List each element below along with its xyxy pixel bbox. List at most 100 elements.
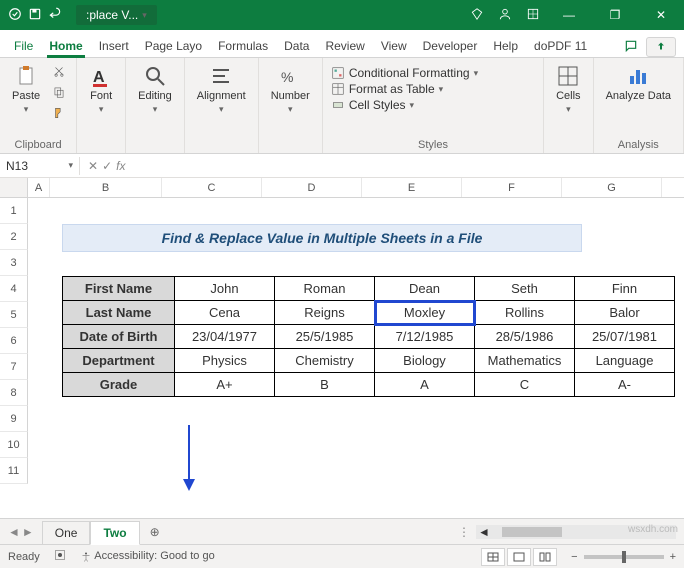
- menu-formulas[interactable]: Formulas: [210, 33, 276, 57]
- menu-dopdf[interactable]: doPDF 11: [526, 33, 595, 57]
- scrollbar-thumb[interactable]: [502, 527, 562, 537]
- menu-file[interactable]: File: [6, 33, 41, 57]
- confirm-fx-icon[interactable]: ✓: [102, 159, 112, 173]
- cell[interactable]: Physics: [175, 349, 275, 373]
- cell[interactable]: Roman: [275, 277, 375, 301]
- cell[interactable]: Balor: [575, 301, 675, 325]
- row-label[interactable]: Grade: [63, 373, 175, 397]
- zoom-control[interactable]: − +: [571, 551, 676, 563]
- cell-styles-button[interactable]: Cell Styles▾: [331, 98, 535, 112]
- cell[interactable]: 28/5/1986: [475, 325, 575, 349]
- app-icon[interactable]: [526, 7, 540, 24]
- paste-button[interactable]: Paste▾: [8, 62, 44, 117]
- tab-nav-prev-icon[interactable]: ◄: [8, 525, 20, 539]
- menu-developer[interactable]: Developer: [415, 33, 486, 57]
- row-header[interactable]: 4: [0, 276, 28, 302]
- document-name[interactable]: :place V...▾: [76, 5, 157, 25]
- name-box[interactable]: N13▾: [0, 157, 80, 175]
- row-label[interactable]: Last Name: [63, 301, 175, 325]
- row-header[interactable]: 3: [0, 250, 28, 276]
- cell[interactable]: Dean: [375, 277, 475, 301]
- cell[interactable]: 25/07/1981: [575, 325, 675, 349]
- formula-input[interactable]: [133, 164, 684, 168]
- cell[interactable]: B: [275, 373, 375, 397]
- menu-insert[interactable]: Insert: [91, 33, 137, 57]
- row-header[interactable]: 1: [0, 198, 28, 224]
- menu-page-layout[interactable]: Page Layo: [137, 33, 210, 57]
- fx-icon[interactable]: fx: [116, 159, 125, 173]
- cell[interactable]: 7/12/1985: [375, 325, 475, 349]
- cell[interactable]: Language: [575, 349, 675, 373]
- menu-view[interactable]: View: [373, 33, 415, 57]
- col-header-F[interactable]: F: [462, 178, 562, 197]
- format-painter-icon[interactable]: [50, 104, 68, 122]
- row-header[interactable]: 5: [0, 302, 28, 328]
- diamond-icon[interactable]: [470, 7, 484, 24]
- cell[interactable]: A+: [175, 373, 275, 397]
- restore-button[interactable]: ❐: [592, 0, 638, 30]
- cell[interactable]: A-: [575, 373, 675, 397]
- col-header-A[interactable]: A: [28, 178, 50, 197]
- user-icon[interactable]: [498, 7, 512, 24]
- undo-icon[interactable]: [48, 7, 62, 24]
- add-sheet-button[interactable]: ⊕: [140, 521, 170, 543]
- row-header[interactable]: 6: [0, 328, 28, 354]
- sheet-tab-one[interactable]: One: [42, 521, 91, 544]
- menu-data[interactable]: Data: [276, 33, 317, 57]
- row-label[interactable]: Date of Birth: [63, 325, 175, 349]
- row-header[interactable]: 2: [0, 224, 28, 250]
- number-button[interactable]: %Number▾: [267, 62, 314, 117]
- copy-icon[interactable]: [50, 83, 68, 101]
- menu-home[interactable]: Home: [41, 33, 90, 57]
- row-label[interactable]: Department: [63, 349, 175, 373]
- row-header[interactable]: 10: [0, 432, 28, 458]
- editing-button[interactable]: Editing▾: [134, 62, 176, 117]
- alignment-button[interactable]: Alignment▾: [193, 62, 250, 117]
- h-split-icon[interactable]: ⋮: [452, 525, 476, 539]
- cell[interactable]: Biology: [375, 349, 475, 373]
- cell[interactable]: C: [475, 373, 575, 397]
- row-label[interactable]: First Name: [63, 277, 175, 301]
- minimize-button[interactable]: —: [546, 0, 592, 30]
- cell[interactable]: Reigns: [275, 301, 375, 325]
- comments-icon[interactable]: [624, 39, 638, 56]
- row-header[interactable]: 9: [0, 406, 28, 432]
- close-button[interactable]: ✕: [638, 0, 684, 30]
- analyze-data-button[interactable]: Analyze Data: [602, 62, 675, 104]
- cancel-fx-icon[interactable]: ✕: [88, 159, 98, 173]
- cell[interactable]: 23/04/1977: [175, 325, 275, 349]
- autosave-icon[interactable]: [8, 7, 22, 24]
- col-header-E[interactable]: E: [362, 178, 462, 197]
- format-as-table-button[interactable]: Format as Table▾: [331, 82, 535, 96]
- col-header-D[interactable]: D: [262, 178, 362, 197]
- row-header[interactable]: 7: [0, 354, 28, 380]
- cell[interactable]: Seth: [475, 277, 575, 301]
- cell-selected[interactable]: Moxley: [375, 301, 475, 325]
- accessibility-status[interactable]: Accessibility: Good to go: [80, 550, 215, 562]
- menu-review[interactable]: Review: [317, 33, 372, 57]
- macro-record-icon[interactable]: [54, 549, 66, 564]
- tab-nav-next-icon[interactable]: ►: [22, 525, 34, 539]
- cell[interactable]: Mathematics: [475, 349, 575, 373]
- cells-button[interactable]: Cells▾: [552, 62, 584, 117]
- row-header[interactable]: 11: [0, 458, 28, 484]
- menu-help[interactable]: Help: [485, 33, 526, 57]
- cell[interactable]: 25/5/1985: [275, 325, 375, 349]
- cell[interactable]: Rollins: [475, 301, 575, 325]
- col-header-C[interactable]: C: [162, 178, 262, 197]
- col-header-B[interactable]: B: [50, 178, 162, 197]
- save-icon[interactable]: [28, 7, 42, 24]
- row-header[interactable]: 8: [0, 380, 28, 406]
- font-button[interactable]: AFont▾: [85, 62, 117, 117]
- zoom-slider[interactable]: [584, 555, 664, 559]
- cell[interactable]: John: [175, 277, 275, 301]
- cell[interactable]: Finn: [575, 277, 675, 301]
- cut-icon[interactable]: [50, 62, 68, 80]
- select-all-corner[interactable]: [0, 178, 28, 197]
- col-header-G[interactable]: G: [562, 178, 662, 197]
- conditional-formatting-button[interactable]: Conditional Formatting▾: [331, 66, 535, 80]
- share-button[interactable]: [646, 37, 676, 57]
- sheet-tab-two[interactable]: Two: [90, 521, 139, 545]
- cell[interactable]: Chemistry: [275, 349, 375, 373]
- cell[interactable]: A: [375, 373, 475, 397]
